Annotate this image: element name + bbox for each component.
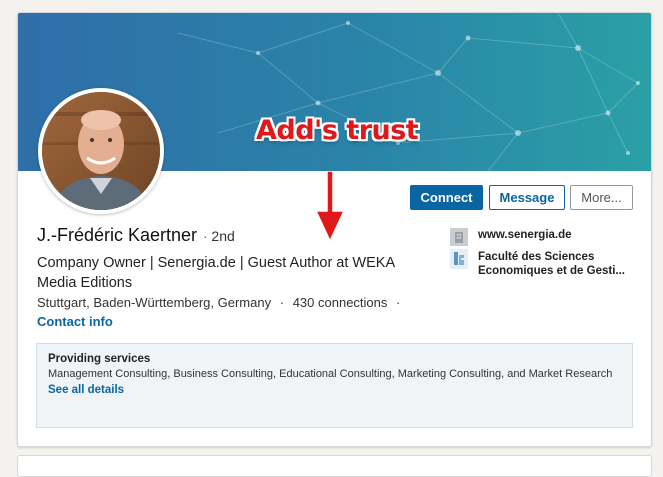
more-button[interactable]: More... (570, 185, 633, 210)
profile-location: Stuttgart, Baden-Württemberg, Germany (37, 295, 272, 310)
profile-avatar[interactable] (38, 88, 164, 214)
location-row: Stuttgart, Baden-Württemberg, Germany · … (37, 295, 400, 310)
see-all-details-link[interactable]: See all details (48, 384, 621, 396)
next-section-card (17, 455, 652, 477)
trailing-separator: · (396, 295, 401, 310)
message-button[interactable]: Message (489, 185, 565, 210)
name-row: J.-Frédéric Kaertner · 2nd (37, 225, 235, 246)
avatar-photo (42, 92, 160, 210)
website-item[interactable]: www.senergia.de (450, 228, 638, 246)
profile-name: J.-Frédéric Kaertner (37, 225, 198, 245)
education-item[interactable]: Faculté des Sciences Economiques et de G… (450, 249, 638, 278)
connect-button[interactable]: Connect (410, 185, 483, 210)
connections-count[interactable]: 430 connections (293, 295, 388, 310)
contact-info-link[interactable]: Contact info (37, 314, 113, 329)
profile-card: Add's trust Connect Message More... J.-F… (17, 12, 652, 447)
services-box: Providing services Management Consulting… (36, 343, 633, 428)
services-title: Providing services (48, 353, 151, 365)
profile-headline: Company Owner | Senergia.de | Guest Auth… (37, 255, 395, 291)
school-logo-icon (450, 249, 468, 269)
education-link[interactable]: Faculté des Sciences Economiques et de G… (478, 250, 638, 278)
connection-degree: 2nd (211, 228, 235, 244)
building-icon (450, 228, 468, 246)
annotation-label: Add's trust (256, 115, 419, 146)
location-separator: · (279, 295, 285, 310)
degree-separator: · (203, 229, 208, 244)
website-link[interactable]: www.senergia.de (478, 228, 638, 242)
arrow-down-icon (310, 170, 350, 248)
services-description: Management Consulting, Business Consulti… (48, 368, 613, 380)
